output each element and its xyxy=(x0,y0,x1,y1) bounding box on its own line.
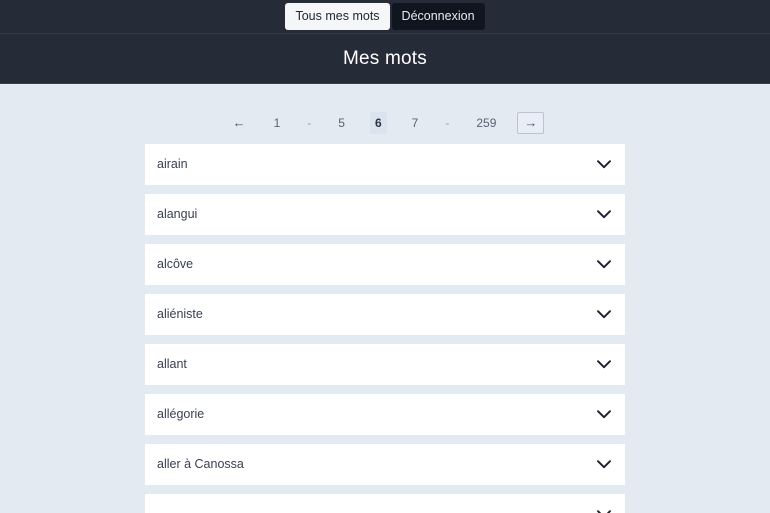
chevron-down-icon[interactable] xyxy=(597,310,611,319)
chevron-down-icon[interactable] xyxy=(597,460,611,469)
pagination-prev-button[interactable]: ← xyxy=(226,112,253,134)
word-label: aller à Canossa xyxy=(157,457,244,472)
navbar-button-bar: Tous mes mots Déconnexion xyxy=(0,0,770,34)
navbar: Tous mes mots Déconnexion Mes mots xyxy=(0,0,770,84)
page-header: Mes mots xyxy=(0,34,770,84)
word-row[interactable]: alcôve xyxy=(145,244,625,285)
pagination-page-1[interactable]: 1 xyxy=(269,112,286,134)
pagination-page-last[interactable]: 259 xyxy=(471,112,501,134)
nav-all-words-button[interactable]: Tous mes mots xyxy=(285,2,390,31)
word-label: aliéniste xyxy=(157,307,203,322)
app-root: Tous mes mots Déconnexion Mes mots ← 1 -… xyxy=(0,0,770,513)
word-label: allant xyxy=(157,357,187,372)
page-title: Mes mots xyxy=(343,47,427,69)
chevron-down-icon[interactable] xyxy=(597,410,611,419)
word-row[interactable]: airain xyxy=(145,144,625,185)
word-row-partial[interactable] xyxy=(145,494,625,513)
word-row[interactable]: aller à Canossa xyxy=(145,444,625,485)
word-row[interactable]: alangui xyxy=(145,194,625,235)
pagination-page-5[interactable]: 5 xyxy=(333,112,350,134)
pagination-page-current[interactable]: 6 xyxy=(369,112,387,134)
word-row[interactable]: allégorie xyxy=(145,394,625,435)
word-row[interactable]: aliéniste xyxy=(145,294,625,335)
word-row[interactable]: allant xyxy=(145,344,625,385)
word-label: airain xyxy=(157,157,188,172)
nav-logout-button[interactable]: Déconnexion xyxy=(391,2,485,31)
chevron-down-icon[interactable] xyxy=(597,210,611,219)
word-label: alangui xyxy=(157,207,198,222)
word-label: allégorie xyxy=(157,407,205,422)
word-list: airain alangui alcôve aliéniste allant a… xyxy=(0,144,770,513)
pagination-next-button[interactable]: → xyxy=(517,112,545,134)
pagination: ← 1 - 5 6 7 - 259 → xyxy=(0,84,770,144)
chevron-down-icon[interactable] xyxy=(597,160,611,169)
pagination-page-7[interactable]: 7 xyxy=(407,112,424,134)
chevron-down-icon[interactable] xyxy=(597,360,611,369)
pagination-dash-right: - xyxy=(445,116,450,130)
main-content: ← 1 - 5 6 7 - 259 → airain alangui alcôv… xyxy=(0,84,770,513)
chevron-down-icon[interactable] xyxy=(597,260,611,269)
word-label: alcôve xyxy=(157,257,194,272)
pagination-dash-left: - xyxy=(307,116,312,130)
